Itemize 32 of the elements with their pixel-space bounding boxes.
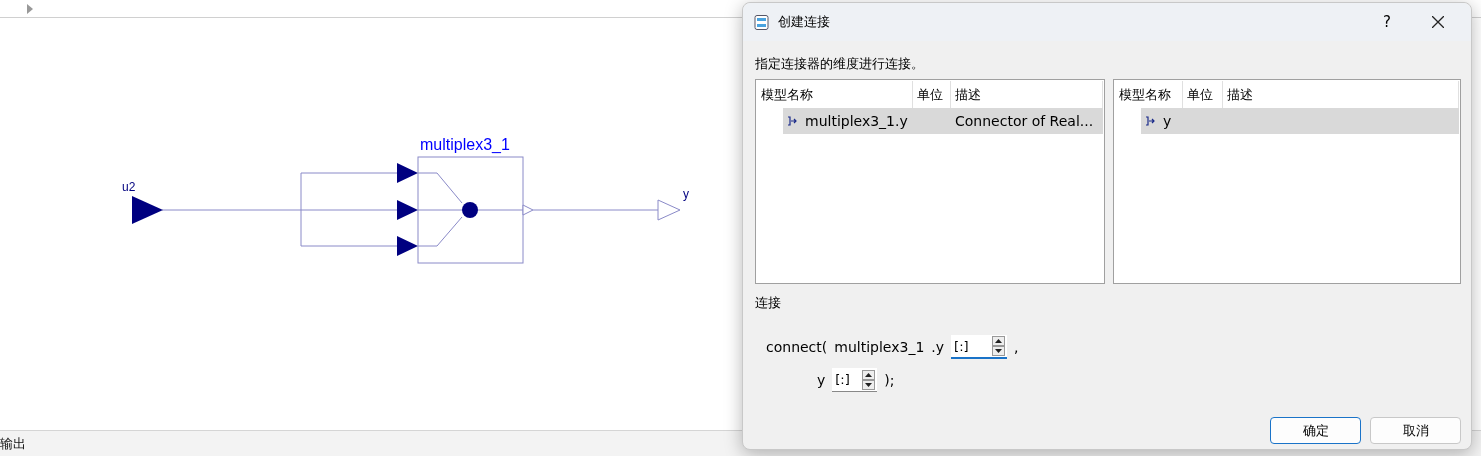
spin-arrows-icon[interactable]: [862, 369, 878, 390]
component-label: multiplex3_1: [420, 136, 510, 153]
connector-icon: [787, 116, 797, 126]
connector-icon: [1145, 116, 1155, 126]
component-name: multiplex3_1: [834, 339, 925, 355]
port-name: y: [817, 372, 826, 388]
spin-arrows-icon[interactable]: [992, 336, 1008, 356]
port-name: .y: [931, 339, 945, 355]
code-text: );: [884, 372, 895, 388]
index-spinbox[interactable]: [:]: [832, 368, 878, 392]
app-icon: [753, 13, 770, 31]
output-tab[interactable]: 输出: [0, 434, 26, 453]
tree-row[interactable]: multiplex3_1.y Connector of Real...: [783, 108, 1103, 134]
port-label: y: [683, 187, 689, 201]
port-label: u2: [122, 180, 136, 194]
section-label: 连接: [755, 294, 782, 312]
code-text: connect(: [766, 339, 828, 355]
description-text: Connector of Real...: [955, 113, 1094, 129]
model-name: multiplex3_1.y: [805, 113, 908, 129]
dialog-button[interactable]: 取消: [1370, 417, 1461, 444]
instruction-text: 指定连接器的维度进行连接。: [755, 55, 925, 73]
expand-arrow-icon[interactable]: [27, 3, 33, 14]
dialog-title: 创建连接: [778, 13, 831, 31]
index-spinbox[interactable]: [:]: [951, 335, 1008, 359]
help-button[interactable]: ?: [1367, 13, 1407, 31]
output-port-icon: [657, 199, 681, 221]
input-port-icon: [132, 196, 163, 224]
close-icon: [1432, 16, 1444, 28]
dialog-button[interactable]: 确定: [1270, 417, 1361, 444]
model-name: y: [1163, 113, 1172, 129]
tree-row[interactable]: y: [1141, 108, 1459, 134]
code-text: ,: [1014, 339, 1019, 355]
